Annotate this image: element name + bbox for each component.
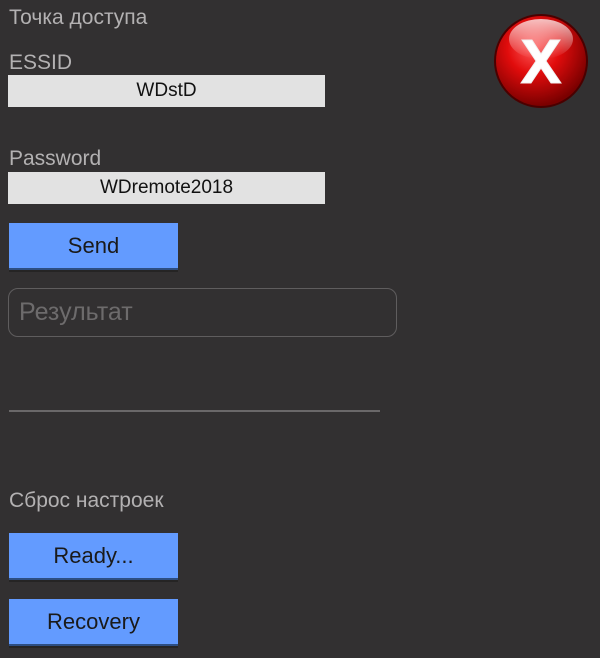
- recovery-button[interactable]: Recovery: [9, 599, 178, 646]
- access-point-heading: Точка доступа: [9, 6, 148, 29]
- reset-heading: Сброс настроек: [9, 489, 164, 512]
- settings-page: Точка доступа ESSID Password Send Сброс …: [0, 0, 600, 658]
- password-label: Password: [9, 147, 102, 170]
- close-icon[interactable]: [493, 13, 589, 109]
- ready-button[interactable]: Ready...: [9, 533, 178, 580]
- password-input[interactable]: [8, 172, 325, 204]
- essid-label: ESSID: [9, 51, 73, 74]
- essid-input[interactable]: [8, 75, 325, 107]
- send-button[interactable]: Send: [9, 223, 178, 270]
- section-divider: [9, 410, 380, 412]
- result-field[interactable]: [8, 288, 397, 337]
